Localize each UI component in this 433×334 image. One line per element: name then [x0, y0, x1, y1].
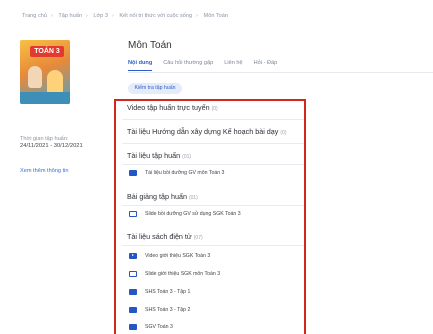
list-item[interactable]: Slide giới thiệu SGK môn Toán 3: [129, 269, 220, 278]
breadcrumb-current: Môn Toán: [203, 13, 229, 19]
training-test-button[interactable]: Kiểm tra tập huấn: [128, 83, 182, 94]
breadcrumb-separator: ›: [50, 13, 53, 19]
section-title-text: Video tập huấn trực tuyến: [127, 103, 210, 112]
list-item[interactable]: SHS Toán 3 - Tập 2: [129, 305, 190, 314]
list-item[interactable]: Video giới thiệu SGK Toán 3: [129, 251, 210, 260]
tab-divider: [128, 72, 433, 73]
page-title: Môn Toán: [128, 40, 172, 51]
section-title-ebooks[interactable]: Tài liệu sách điện tử (07): [127, 232, 203, 241]
list-item-label: Slide bồi dưỡng GV sử dụng SGK Toán 3: [145, 210, 241, 217]
training-time-value: 24/11/2021 - 30/12/2021: [20, 143, 83, 149]
list-item-label: Slide giới thiệu SGK môn Toán 3: [145, 270, 221, 277]
tab-qa[interactable]: Hỏi - Đáp: [254, 60, 278, 72]
section-count: (0): [211, 106, 218, 112]
breadcrumb-separator: ›: [111, 13, 114, 19]
list-item-label: Tài liệu bồi dưỡng GV môn Toán 3: [145, 169, 225, 176]
breadcrumb: Trang chủ › Tập huấn › Lớp 3 › Kết nối tri …: [22, 13, 228, 19]
section-count: (01): [182, 154, 192, 160]
list-item[interactable]: SGV Toán 3: [129, 322, 173, 331]
tab-bar: Nội dung Câu hỏi thường gặp Liên hệ Hỏi …: [128, 60, 277, 72]
tab-content[interactable]: Nội dung: [128, 60, 153, 72]
section-title-text: Tài liệu sách điện tử: [127, 232, 192, 241]
section-divider: [122, 119, 304, 120]
book-icon: [129, 306, 137, 313]
list-item-label: SHS Toán 3 - Tập 2: [145, 306, 191, 313]
cover-illustration: [28, 66, 42, 88]
tab-contact[interactable]: Liên hệ: [224, 60, 242, 72]
section-title-training-docs[interactable]: Tài liệu tập huấn (01): [127, 151, 191, 160]
section-title-video[interactable]: Video tập huấn trực tuyến (0): [127, 103, 218, 112]
more-info-link[interactable]: Xem thêm thông tin: [20, 168, 69, 174]
section-title-lectures[interactable]: Bài giảng tập huấn (01): [127, 192, 198, 201]
section-title-text: Tài liệu tập huấn: [127, 151, 181, 160]
section-divider: [122, 205, 304, 206]
list-item[interactable]: Slide bồi dưỡng GV sử dụng SGK Toán 3: [129, 209, 241, 218]
list-item-label: SHS Toán 3 - Tập 1: [145, 288, 191, 295]
breadcrumb-separator: ›: [196, 13, 198, 19]
section-count: (07): [193, 235, 203, 241]
breadcrumb-grade[interactable]: Lớp 3: [93, 13, 108, 19]
section-divider: [122, 143, 304, 144]
breadcrumb-separator: ›: [85, 13, 88, 19]
book-cover: TOÁN 3: [20, 40, 70, 104]
cover-illustration: [47, 70, 63, 94]
list-item[interactable]: SHS Toán 3 - Tập 1: [129, 287, 190, 296]
cover-illustration: [20, 92, 70, 104]
video-icon: [129, 252, 137, 259]
section-divider: [122, 164, 304, 165]
document-icon: [129, 169, 137, 176]
section-count: (01): [188, 195, 198, 201]
slide-icon: [129, 270, 137, 277]
book-icon: [129, 288, 137, 295]
list-item-label: SGV Toán 3: [145, 323, 173, 330]
training-time-label: Thời gian tập huấn:: [20, 136, 69, 142]
breadcrumb-home[interactable]: Trang chủ: [22, 13, 47, 19]
tab-faq[interactable]: Câu hỏi thường gặp: [163, 60, 213, 72]
list-item[interactable]: Tài liệu bồi dưỡng GV môn Toán 3: [129, 168, 224, 177]
section-count: (0): [280, 130, 287, 136]
section-title-text: Tài liệu Hướng dẫn xây dựng Kế hoạch bài…: [127, 127, 279, 136]
book-cover-title: TOÁN 3: [30, 46, 64, 57]
list-item-label: Video giới thiệu SGK Toán 3: [145, 252, 211, 259]
section-divider: [122, 245, 304, 246]
breadcrumb-training[interactable]: Tập huấn: [58, 13, 82, 19]
section-title-text: Bài giảng tập huấn: [127, 192, 187, 201]
section-title-lesson-plan[interactable]: Tài liệu Hướng dẫn xây dựng Kế hoạch bài…: [127, 127, 287, 136]
book-icon: [129, 323, 137, 330]
slide-icon: [129, 210, 137, 217]
breadcrumb-series[interactable]: Kết nối tri thức với cuộc sống: [119, 13, 192, 19]
